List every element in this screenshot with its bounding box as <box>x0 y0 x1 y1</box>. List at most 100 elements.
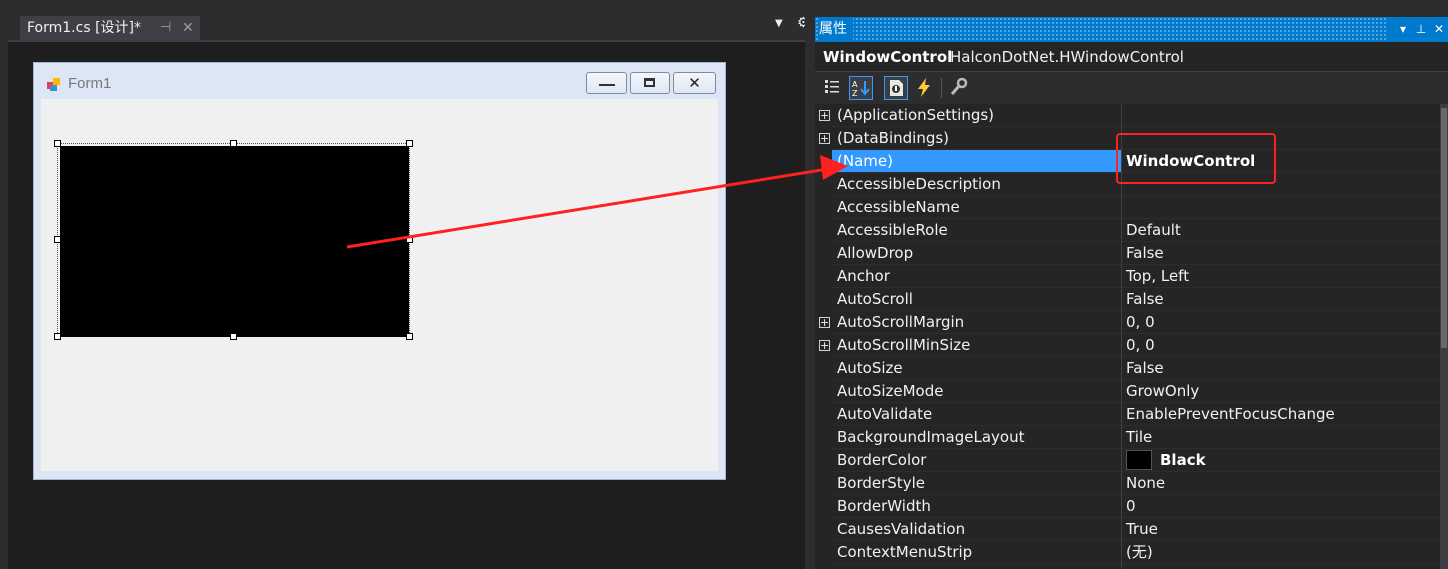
resize-handle-ne[interactable] <box>406 140 413 147</box>
property-value[interactable]: 0, 0 <box>1122 311 1440 334</box>
property-value[interactable]: Top, Left <box>1122 265 1440 288</box>
property-value[interactable]: False <box>1122 288 1440 311</box>
vertical-scrollbar[interactable] <box>1440 104 1448 569</box>
property-name: BorderWidth <box>832 495 1121 518</box>
property-row[interactable]: AutoScroll False <box>815 288 1440 311</box>
row-gutter <box>815 173 832 196</box>
tab-title: Form1.cs [设计]* <box>27 20 141 36</box>
properties-toolbar: A Z <box>815 72 1448 104</box>
pin-icon[interactable]: ⊣ <box>160 16 171 40</box>
property-row[interactable]: AutoSizeMode GrowOnly <box>815 380 1440 403</box>
row-gutter <box>815 219 832 242</box>
property-value[interactable]: False <box>1122 357 1440 380</box>
property-row[interactable]: BorderStyle None <box>815 472 1440 495</box>
pin-icon[interactable]: ⊥ <box>1412 17 1430 42</box>
property-row[interactable]: BorderColor Black <box>815 449 1440 472</box>
property-value[interactable] <box>1122 104 1440 127</box>
object-selector[interactable]: WindowControl HalconDotNet.HWindowContro… <box>815 42 1448 72</box>
property-row[interactable]: AutoValidate EnablePreventFocusChange <box>815 403 1440 426</box>
property-value[interactable]: 0 <box>1122 495 1440 518</box>
property-name: ContextMenuStrip <box>832 541 1121 564</box>
property-row[interactable]: BorderWidth 0 <box>815 495 1440 518</box>
expand-icon[interactable]: + <box>819 317 830 328</box>
hwindow-control[interactable] <box>60 146 409 337</box>
property-value[interactable]: None <box>1122 472 1440 495</box>
resize-handle-w[interactable] <box>54 236 61 243</box>
form-close-button[interactable]: ✕ <box>673 72 716 94</box>
categorized-button[interactable] <box>821 76 845 100</box>
alphabetical-button[interactable]: A Z <box>849 76 873 100</box>
property-row[interactable]: AccessibleRole Default <box>815 219 1440 242</box>
property-row[interactable]: Anchor Top, Left <box>815 265 1440 288</box>
properties-button[interactable] <box>884 76 908 100</box>
property-value[interactable]: 0, 0 <box>1122 334 1440 357</box>
property-row[interactable]: AutoSize False <box>815 357 1440 380</box>
properties-icon <box>890 80 903 96</box>
property-value[interactable]: (无) <box>1122 541 1440 564</box>
svg-text:Z: Z <box>852 89 858 98</box>
property-pages-button[interactable] <box>948 76 972 100</box>
property-row[interactable]: ContextMenuStrip (无) <box>815 541 1440 564</box>
expand-icon[interactable]: + <box>819 133 830 144</box>
form-icon <box>47 78 60 91</box>
resize-handle-sw[interactable] <box>54 333 61 340</box>
expand-icon[interactable]: + <box>819 340 830 351</box>
property-value[interactable]: Black <box>1122 449 1440 472</box>
resize-handle-s[interactable] <box>230 333 237 340</box>
property-row[interactable]: + AutoScrollMinSize 0, 0 <box>815 334 1440 357</box>
svg-text:A: A <box>852 80 858 89</box>
property-row[interactable]: + (ApplicationSettings) <box>815 104 1440 127</box>
close-tab-icon[interactable]: ✕ <box>182 16 194 40</box>
property-value[interactable]: EnablePreventFocusChange <box>1122 403 1440 426</box>
resize-handle-e[interactable] <box>406 236 413 243</box>
property-row[interactable]: CausesValidation True <box>815 518 1440 541</box>
panel-splitter[interactable] <box>805 0 815 569</box>
close-icon: ✕ <box>688 74 701 92</box>
property-value[interactable]: True <box>1122 518 1440 541</box>
property-value[interactable] <box>1122 196 1440 219</box>
resize-handle-nw[interactable] <box>54 140 61 147</box>
property-row[interactable]: + AutoScrollMargin 0, 0 <box>815 311 1440 334</box>
property-row[interactable]: AllowDrop False <box>815 242 1440 265</box>
close-icon[interactable]: ✕ <box>1430 17 1448 42</box>
property-value[interactable]: GrowOnly <box>1122 380 1440 403</box>
title-controls: ▾ ⊥ ✕ <box>1388 17 1448 42</box>
resize-handle-se[interactable] <box>406 333 413 340</box>
properties-title-bar[interactable]: 属性 ▾ ⊥ ✕ <box>815 17 1448 42</box>
property-row[interactable]: AccessibleName <box>815 196 1440 219</box>
property-value-text: Black <box>1160 451 1206 469</box>
property-value[interactable]: False <box>1122 242 1440 265</box>
property-name: AccessibleRole <box>832 219 1121 242</box>
resize-handle-n[interactable] <box>230 140 237 147</box>
property-name: AutoScroll <box>832 288 1121 311</box>
property-name: BorderStyle <box>832 472 1121 495</box>
row-gutter <box>815 495 832 518</box>
row-gutter <box>815 265 832 288</box>
form-maximize-button[interactable] <box>630 72 670 94</box>
dropdown-icon[interactable]: ▾ <box>1394 17 1412 42</box>
form-client-area[interactable] <box>41 99 718 471</box>
property-row[interactable]: BackgroundImageLayout Tile <box>815 426 1440 449</box>
color-swatch <box>1126 449 1152 470</box>
property-value[interactable]: Default <box>1122 219 1440 242</box>
scrollbar-thumb[interactable] <box>1441 108 1447 348</box>
row-gutter <box>815 541 832 564</box>
object-name: WindowControl <box>823 48 953 66</box>
toolbar-separator <box>941 78 942 98</box>
property-name: CausesValidation <box>832 518 1121 541</box>
form-minimize-button[interactable] <box>586 72 627 94</box>
events-button[interactable] <box>913 76 937 100</box>
form-designer-window[interactable]: Form1 ✕ <box>33 62 726 480</box>
expand-icon[interactable]: + <box>819 110 830 121</box>
tab-dropdown-icon[interactable]: ▼ <box>775 18 783 29</box>
property-name: Anchor <box>832 265 1121 288</box>
property-name: (ApplicationSettings) <box>832 104 1121 127</box>
row-gutter <box>815 449 832 472</box>
document-tab-strip: Form1.cs [设计]* ⊣ ✕ ▼ ⚙ <box>8 0 810 40</box>
maximize-icon <box>644 78 655 87</box>
form-title: Form1 <box>68 75 112 92</box>
property-name: (DataBindings) <box>832 127 1121 150</box>
tab-form1-design[interactable]: Form1.cs [设计]* ⊣ ✕ <box>20 16 200 40</box>
property-name: BackgroundImageLayout <box>832 426 1121 449</box>
property-value[interactable]: Tile <box>1122 426 1440 449</box>
